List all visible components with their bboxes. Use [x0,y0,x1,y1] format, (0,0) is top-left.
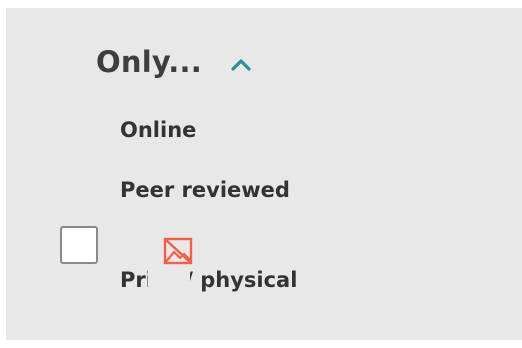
broken-image-icon [160,234,196,270]
filter-option-print-physical[interactable]: Print / physical [120,266,297,294]
filter-heading[interactable]: Only... [96,44,252,80]
filter-option-online[interactable]: Online [120,116,196,144]
chevron-up-icon[interactable] [230,56,252,72]
filter-option-peer-reviewed[interactable]: Peer reviewed [120,176,290,204]
filter-heading-label: Only... [96,45,202,79]
print-physical-checkbox[interactable] [60,226,98,264]
cursor-occlusion [148,268,190,294]
